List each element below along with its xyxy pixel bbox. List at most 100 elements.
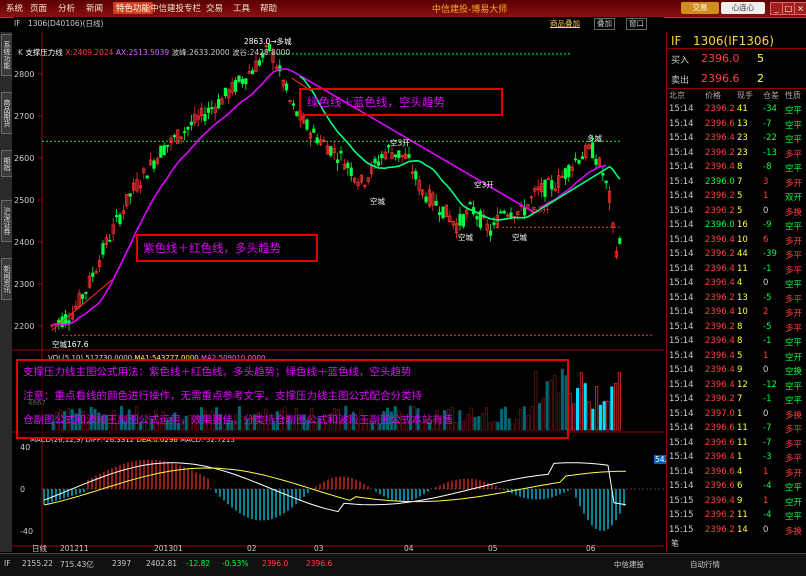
tick-cell-oi: 1	[763, 466, 769, 477]
tick-cell-oi: 1	[763, 191, 769, 201]
tick-cell-price: 2397.0	[705, 408, 735, 419]
window-tab[interactable]: 窗口	[626, 18, 647, 30]
tick-cell-vol: 6	[737, 481, 743, 491]
candle-body	[250, 70, 255, 75]
candle-body	[305, 119, 309, 130]
candle-body	[182, 131, 187, 134]
tick-cell-oi: -1	[763, 394, 772, 404]
tick-cell-nature: 空平	[785, 164, 803, 174]
indicator-ax-value: AX:2513.5039	[115, 48, 170, 57]
menu-item-1[interactable]: 页面	[30, 2, 47, 14]
tick-cell-time: 15:14	[669, 292, 694, 303]
menu-item-7[interactable]: 工具	[233, 2, 250, 14]
tick-cell-vol: 11	[737, 510, 748, 520]
tick-cell-oi: 2	[763, 307, 769, 317]
tick-cell-price: 2396.6	[705, 437, 735, 448]
trade-button[interactable]: 交易	[681, 2, 719, 14]
overlay-tab[interactable]: 叠加	[594, 18, 615, 30]
bull-trend-annotation: 紫色线＋红色线，多头趋势	[136, 234, 318, 262]
tick-cell-time: 15:14	[669, 437, 694, 448]
tick-cell-time: 15:14	[669, 162, 694, 172]
tick-cell-time: 15:14	[669, 365, 694, 375]
tick-cell-oi: -12	[763, 379, 777, 390]
tick-cell-oi: 0	[763, 408, 769, 419]
tick-cell-oi: -5	[763, 292, 772, 303]
tick-cell-price: 2396.2	[705, 292, 735, 303]
buy-price: 2396.0	[701, 52, 740, 65]
menu-item-5[interactable]: 中信建投专栏	[150, 2, 201, 14]
close-icon[interactable]: ×	[794, 2, 806, 15]
tick-cell-nature: 多平	[785, 251, 803, 261]
candle-body	[118, 214, 122, 225]
candle-body	[577, 159, 581, 164]
indicator-trough-value: 波谷:2428.8000	[232, 48, 291, 57]
menu-item-0[interactable]: 系统	[6, 2, 23, 14]
tick-cell-nature: 空平	[785, 396, 803, 406]
status-bar: IF 2155.22 715.43亿 2397 2402.81 -12.82 -0.53% 2…	[0, 553, 806, 576]
tick-cell-price: 2396.4	[705, 133, 735, 143]
indicator-name: 支撑压力线	[25, 48, 63, 57]
menu-item-6[interactable]: 交易	[206, 2, 223, 14]
contract-label: 1306(D40106)(日线)	[28, 19, 104, 28]
candle-body	[91, 272, 95, 277]
volume-bar	[602, 401, 606, 431]
tick-cell-price: 2396.2	[705, 394, 735, 404]
tick-cell-time: 15:14	[669, 321, 694, 332]
tick-cell-oi: 0	[763, 205, 769, 216]
tick-cell-vol: 7	[737, 394, 743, 404]
candle-body	[128, 193, 132, 197]
products-overlay-button[interactable]: 商品叠加	[550, 17, 580, 31]
tick-cell-time: 15:14	[669, 249, 694, 259]
tick-cell-oi: -7	[763, 118, 772, 129]
buy-qty: 5	[757, 52, 764, 65]
tick-cell-nature: 空平	[785, 222, 803, 232]
menu-item-3[interactable]: 新闻	[86, 2, 103, 14]
tick-cell-nature: 多平	[785, 323, 803, 334]
tick-cell-price: 2396.4	[705, 365, 735, 375]
candle-body	[152, 160, 156, 169]
tick-cell-vol: 5	[737, 191, 743, 201]
status-item-3: 2397	[112, 559, 132, 568]
candle-body	[84, 291, 88, 294]
candle-body	[284, 83, 289, 91]
candle-body	[373, 158, 377, 164]
candle-body	[312, 128, 316, 133]
tick-cell-vol: 12	[737, 379, 748, 390]
tick-cell-vol: 1	[737, 452, 743, 462]
tick-cell-time: 15:15	[669, 524, 694, 535]
candle-body	[145, 175, 149, 179]
candle-body	[346, 162, 350, 168]
tick-cell-time: 15:15	[669, 510, 694, 520]
tick-cell-time: 15:14	[669, 220, 694, 230]
candle-body	[468, 202, 472, 205]
tick-cell-vol: 44	[737, 249, 748, 259]
candle-body	[591, 142, 595, 159]
candle-body	[376, 161, 381, 166]
tick-cell-nature: 空平	[785, 338, 803, 348]
tick-cell-oi: -4	[763, 510, 772, 520]
candle-body	[461, 214, 466, 227]
tick-cell-time: 15:14	[669, 278, 694, 288]
tick-cell-vol: 5	[737, 350, 743, 361]
tick-header-1: 价格	[705, 91, 721, 100]
tick-cell-price: 2396.4	[705, 336, 735, 346]
candle-body	[81, 294, 85, 299]
heart-button[interactable]: 心连心	[721, 2, 765, 14]
candle-body	[601, 172, 605, 176]
menu-item-8[interactable]: 帮助	[260, 2, 277, 14]
volume-bar	[583, 383, 587, 431]
bottom-signal-label: 空城167.6	[52, 339, 89, 349]
long-signal-label: 多城	[587, 133, 602, 143]
sell-label: 卖出	[671, 76, 690, 86]
tick-cell-nature: 空平	[785, 135, 803, 145]
indicator-prefix: K	[18, 48, 23, 57]
candle-body	[434, 200, 438, 206]
menu-item-2[interactable]: 分析	[58, 2, 75, 14]
short-signal-label: 空城	[458, 232, 473, 242]
candle-body	[604, 180, 608, 184]
tick-cell-vol: 41	[737, 104, 748, 114]
tick-cell-vol: 4	[737, 466, 743, 477]
candle-body	[393, 154, 398, 158]
candle-body	[414, 171, 418, 180]
menu-item-4[interactable]: 特色功能	[113, 2, 154, 14]
